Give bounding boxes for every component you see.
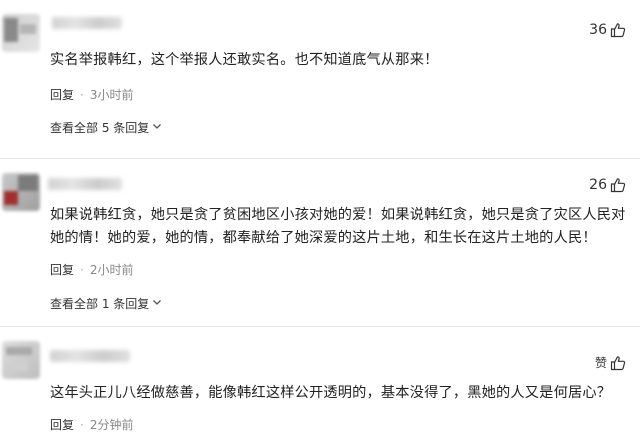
comment-item: 36 实名举报韩红，这个举报人还敢实名。也不知道底气从那来！ 回复 · 3小时前…: [0, 0, 640, 150]
comment-item: 26 如果说韩红贪，她只是贪了贫困地区小孩对她的爱！如果说韩红贪，她只是贪了灾区…: [0, 159, 640, 319]
username[interactable]: [48, 178, 122, 190]
comment-text: 这年头正儿八经做慈善，能像韩红这样公开透明的，基本没得了，黑她的人又是何居心？: [50, 385, 612, 401]
like-button[interactable]: 26: [589, 177, 626, 193]
like-count: 赞: [594, 356, 607, 370]
view-all-replies-link[interactable]: 查看全部 5 条回复: [50, 119, 162, 136]
separator-dot: ·: [80, 417, 84, 432]
avatar[interactable]: [2, 14, 40, 52]
thumbs-up-icon: [610, 355, 626, 370]
comment-text: 实名举报韩红，这个举报人还敢实名。也不知道底气从那来！: [50, 52, 439, 68]
reply-button[interactable]: 回复: [50, 86, 74, 103]
thumbs-up-icon: [610, 23, 626, 38]
reply-button[interactable]: 回复: [50, 261, 74, 278]
like-count: 36: [589, 22, 607, 38]
comment-item: 赞 这年头正儿八经做慈善，能像韩红这样公开透明的，基本没得了，黑她的人又是何居心…: [0, 327, 640, 448]
timestamp: 2分钟前: [89, 418, 134, 432]
chevron-down-icon: [152, 121, 162, 134]
separator-dot: ·: [80, 262, 84, 277]
thumbs-up-icon: [610, 178, 626, 193]
comment-meta: 回复 · 3小时前: [50, 86, 133, 103]
view-all-replies-label: 查看全部 1 条回复: [50, 297, 150, 311]
view-all-replies-link[interactable]: 查看全部 1 条回复: [50, 295, 162, 312]
comment-text: 如果说韩红贪，她只是贪了贫困地区小孩对她的爱！如果说韩红贪，她只是贪了灾区人民对…: [50, 207, 626, 246]
reply-button[interactable]: 回复: [50, 416, 74, 433]
username[interactable]: [50, 350, 130, 362]
chevron-down-icon: [152, 297, 162, 310]
separator-dot: ·: [80, 87, 84, 102]
avatar[interactable]: [2, 341, 40, 379]
comment-meta: 回复 · 2小时前: [50, 261, 133, 278]
view-all-replies-label: 查看全部 5 条回复: [50, 121, 150, 135]
timestamp: 3小时前: [89, 88, 134, 102]
comment-meta: 回复 · 2分钟前: [50, 416, 133, 433]
like-button[interactable]: 36: [589, 22, 626, 38]
like-button[interactable]: 赞: [595, 354, 626, 371]
avatar[interactable]: [2, 173, 40, 211]
like-count: 26: [589, 177, 607, 193]
username[interactable]: [52, 17, 122, 29]
timestamp: 2小时前: [89, 263, 134, 277]
